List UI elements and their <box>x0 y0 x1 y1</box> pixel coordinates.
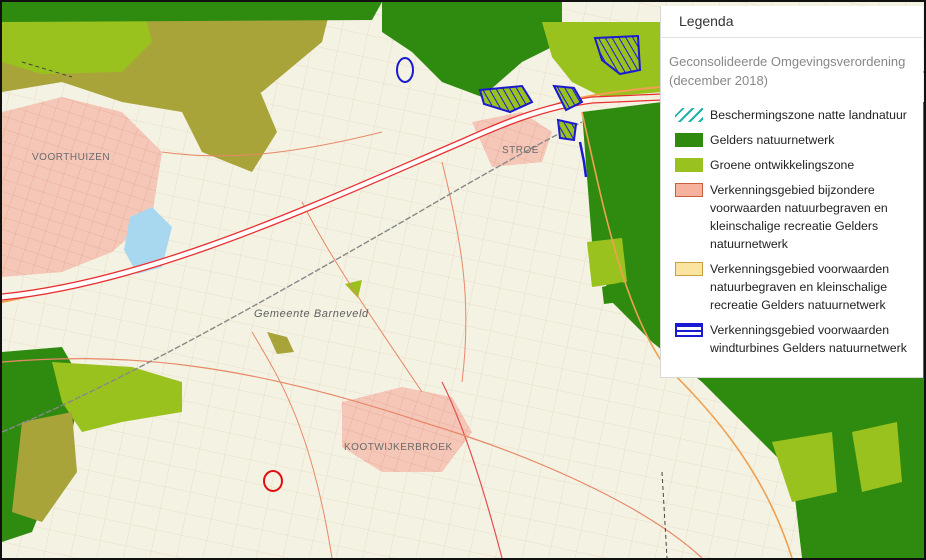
legend-item: Beschermingszone natte landnatuur <box>675 106 917 124</box>
legend-item-label: Groene ontwikkelingszone <box>710 158 855 172</box>
ontwikkelingszone-east-1 <box>587 238 627 287</box>
legend-swatch-icon <box>675 323 703 337</box>
legend-item: Verkenningsgebied bijzondere voorwaarden… <box>675 181 917 253</box>
legend-list: Beschermingszone natte landnatuur Gelders… <box>661 106 923 357</box>
legend-item-label: Gelders natuurnetwerk <box>710 133 835 147</box>
legend-swatch-icon <box>675 183 703 197</box>
legend-swatch-icon <box>675 262 703 276</box>
legend-item: Verkenningsgebied voorwaarden windturbin… <box>675 321 917 357</box>
legend-item: Groene ontwikkelingszone <box>675 156 917 174</box>
legend-swatch-icon <box>675 108 703 122</box>
legend-item-label: Verkenningsgebied voorwaarden natuurbegr… <box>710 262 890 312</box>
natuurnetwerk-north-strip <box>2 2 382 22</box>
legend-item-label: Verkenningsgebied bijzondere voorwaarden… <box>710 183 888 251</box>
legend-swatch-icon <box>675 133 703 147</box>
legend-title: Legenda <box>661 6 923 38</box>
map-frame: VOORTHUIZEN STROE KOOTWIJKERBROEK Gemeen… <box>0 0 926 560</box>
legend-item-label: Beschermingszone natte landnatuur <box>710 108 907 122</box>
place-label-stroe: STROE <box>502 145 539 156</box>
legend-item: Verkenningsgebied voorwaarden natuurbegr… <box>675 260 917 314</box>
legend-panel: Legenda Geconsolideerde Omgevingsverorde… <box>660 6 923 378</box>
place-label-voorthuizen: VOORTHUIZEN <box>32 152 111 163</box>
legend-item-label: Verkenningsgebied voorwaarden windturbin… <box>710 323 907 355</box>
legend-item: Gelders natuurnetwerk <box>675 131 917 149</box>
municipality-label: Gemeente Barneveld <box>254 308 369 320</box>
place-label-kootwijkerbroek: KOOTWIJKERBROEK <box>344 442 453 453</box>
legend-swatch-icon <box>675 158 703 172</box>
legend-subtitle: Geconsolideerde Omgevingsverordening (de… <box>669 54 906 88</box>
